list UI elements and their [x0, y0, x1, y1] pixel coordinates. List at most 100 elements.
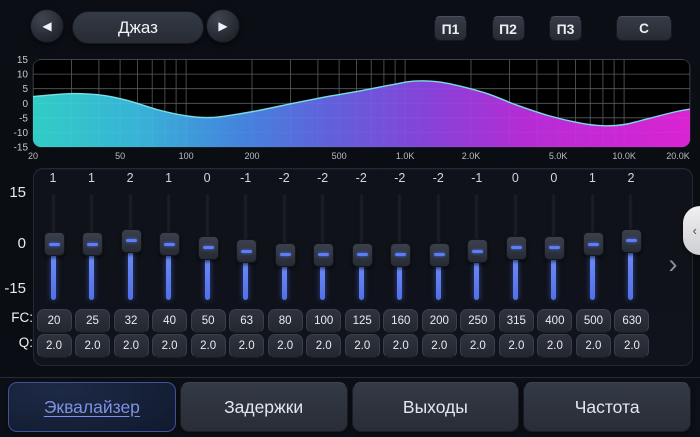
slider-thumb-line	[357, 253, 368, 256]
band-q-value[interactable]: 2.0	[576, 334, 611, 358]
slider-thumb[interactable]	[313, 243, 334, 267]
slider-fill	[397, 262, 402, 301]
band-q-value[interactable]: 2.0	[37, 334, 72, 358]
slider-thumb[interactable]	[352, 243, 373, 267]
band-q-value[interactable]: 2.0	[345, 334, 380, 358]
slider-thumb[interactable]	[275, 243, 296, 267]
x-tick-label: 2.0K	[462, 151, 481, 161]
tab-outputs[interactable]: Выходы	[352, 382, 520, 432]
slider-thumb-line	[318, 253, 329, 256]
band-q-value[interactable]: 2.0	[229, 334, 264, 358]
band-fc-value[interactable]: 63	[229, 309, 264, 333]
slider-thumb-line	[626, 239, 637, 242]
slider-thumb-line	[241, 250, 252, 253]
band-fc-value[interactable]: 400	[537, 309, 572, 333]
band-fc-value[interactable]: 630	[614, 309, 649, 333]
band-q-value[interactable]: 2.0	[268, 334, 303, 358]
band-fc-value[interactable]: 200	[422, 309, 457, 333]
band-q-value[interactable]: 2.0	[191, 334, 226, 358]
slider-thumb[interactable]	[467, 239, 488, 263]
band-fc-value[interactable]: 125	[345, 309, 380, 333]
preset-prev-button[interactable]: ◀	[30, 9, 64, 43]
x-tick-label: 20	[28, 151, 38, 161]
slider-fill	[359, 262, 364, 301]
preset-name[interactable]: Джаз	[72, 11, 204, 44]
band-q-value[interactable]: 2.0	[499, 334, 534, 358]
band-q-value[interactable]: 2.0	[460, 334, 495, 358]
slider-thumb[interactable]	[44, 232, 65, 256]
slider-thumb-line	[164, 243, 175, 246]
slider-thumb[interactable]	[82, 232, 103, 256]
band-q-value[interactable]: 2.0	[75, 334, 110, 358]
band-q-value[interactable]: 2.0	[383, 334, 418, 358]
band-fc-value[interactable]: 500	[576, 309, 611, 333]
band-q-value[interactable]: 2.0	[306, 334, 341, 358]
slider-thumb[interactable]	[506, 236, 527, 260]
slider-fill	[320, 262, 325, 301]
band-q-value[interactable]: 2.0	[614, 334, 649, 358]
slider-fill	[590, 251, 595, 300]
band-gain-value: 0	[535, 171, 573, 186]
band-gain-value: 1	[73, 171, 111, 186]
band-fc-value[interactable]: 315	[499, 309, 534, 333]
bottom-tab-bar: ЭквалайзерЗадержкиВыходыЧастота	[8, 382, 691, 432]
band-gain-value: -1	[227, 171, 265, 186]
band-q-value[interactable]: 2.0	[114, 334, 149, 358]
band-fc-value[interactable]: 32	[114, 309, 149, 333]
memory-button-preset-slot-1[interactable]: П1	[434, 16, 467, 41]
band-gain-value: -2	[419, 171, 457, 186]
slider-thumb[interactable]	[159, 232, 180, 256]
tab-delays[interactable]: Задержки	[180, 382, 348, 432]
slider-fill	[628, 248, 633, 301]
memory-button-preset-slot-2[interactable]: П2	[492, 16, 525, 41]
slider-thumb-line	[511, 246, 522, 249]
slider-fill	[282, 262, 287, 301]
fc-row-label: FC:	[0, 311, 33, 325]
slider-thumb[interactable]	[198, 236, 219, 260]
preset-next-button[interactable]: ▶	[206, 9, 240, 43]
slider-fill	[551, 255, 556, 301]
band-fc-value[interactable]: 20	[37, 309, 72, 333]
slider-thumb-line	[126, 239, 137, 242]
band-gain-value: -1	[458, 171, 496, 186]
q-row-label: Q:	[0, 336, 33, 350]
slider-thumb[interactable]	[621, 229, 642, 253]
band-fc-value[interactable]: 250	[460, 309, 495, 333]
band-fc-value[interactable]: 160	[383, 309, 418, 333]
y-tick-label: 10	[17, 70, 29, 81]
slider-thumb[interactable]	[583, 232, 604, 256]
y-tick-label: -5	[19, 113, 28, 124]
tab-equalizer[interactable]: Эквалайзер	[8, 382, 176, 432]
slider-thumb[interactable]	[429, 243, 450, 267]
band-gain-value: 0	[496, 171, 534, 186]
slider-thumb[interactable]	[121, 229, 142, 253]
band-gain-value: 0	[188, 171, 226, 186]
band-gain-value: -2	[342, 171, 380, 186]
x-tick-label: 20.0K	[666, 151, 690, 161]
band-gain-value: -2	[265, 171, 303, 186]
side-panel-pull-tab[interactable]: ‹	[683, 206, 700, 255]
band-q-value[interactable]: 2.0	[537, 334, 572, 358]
memory-button-preset-slot-3[interactable]: П3	[549, 16, 582, 41]
slider-fill	[243, 258, 248, 300]
slider-fill	[436, 262, 441, 301]
x-tick-label: 200	[244, 151, 259, 161]
band-fc-value[interactable]: 25	[75, 309, 110, 333]
slider-thumb[interactable]	[544, 236, 565, 260]
tab-frequency[interactable]: Частота	[523, 382, 691, 432]
y-tick-label: -15	[14, 143, 29, 154]
band-q-value[interactable]: 2.0	[152, 334, 187, 358]
band-fc-value[interactable]: 100	[306, 309, 341, 333]
slider-thumb-line	[203, 246, 214, 249]
slider-thumb[interactable]	[236, 239, 257, 263]
band-fc-value[interactable]: 80	[268, 309, 303, 333]
band-gain-value: 1	[150, 171, 188, 186]
slider-thumb-line	[434, 253, 445, 256]
band-q-value[interactable]: 2.0	[422, 334, 457, 358]
band-fc-value[interactable]: 50	[191, 309, 226, 333]
band-fc-value[interactable]: 40	[152, 309, 187, 333]
y-tick-label: 5	[22, 84, 28, 95]
slider-thumb[interactable]	[390, 243, 411, 267]
reset-button[interactable]: C	[616, 16, 672, 41]
more-bands-chevron[interactable]: ›	[663, 249, 683, 279]
